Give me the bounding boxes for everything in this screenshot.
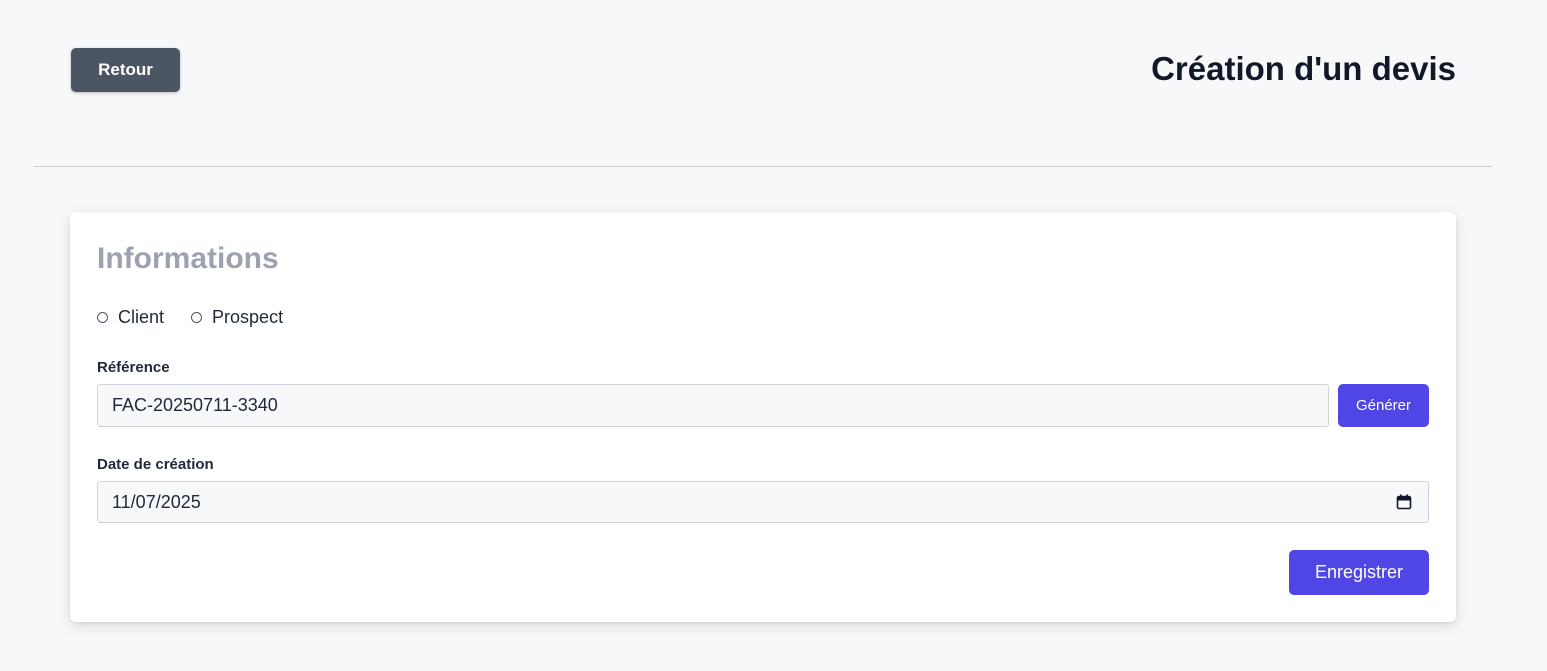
radio-client-label: Client: [118, 306, 165, 327]
calendar-icon[interactable]: [1396, 494, 1412, 510]
reference-label: Référence: [97, 359, 170, 376]
section-title: Informations: [97, 242, 279, 275]
customer-type-radio-group: Client Prospect: [97, 306, 310, 328]
creation-date-value: 11/07/2025: [112, 491, 201, 512]
radio-option-client[interactable]: Client: [97, 307, 164, 328]
reference-value: FAC-20250711-3340: [112, 395, 278, 415]
save-button[interactable]: Enregistrer: [1289, 550, 1429, 595]
generate-button[interactable]: Générer: [1338, 384, 1429, 427]
creation-date-input[interactable]: 11/07/2025: [97, 481, 1429, 523]
reference-input[interactable]: FAC-20250711-3340: [97, 384, 1329, 427]
radio-client[interactable]: [97, 311, 108, 323]
header-divider: [34, 166, 1492, 167]
radio-option-prospect[interactable]: Prospect: [191, 307, 283, 328]
back-button[interactable]: Retour: [71, 48, 180, 92]
radio-prospect[interactable]: [191, 311, 203, 323]
radio-prospect-label: Prospect: [212, 306, 284, 327]
information-card: Informations Client Prospect Référence F…: [70, 212, 1456, 622]
page-title: Création d'un devis: [1151, 50, 1456, 87]
creation-date-label: Date de création: [97, 456, 214, 473]
